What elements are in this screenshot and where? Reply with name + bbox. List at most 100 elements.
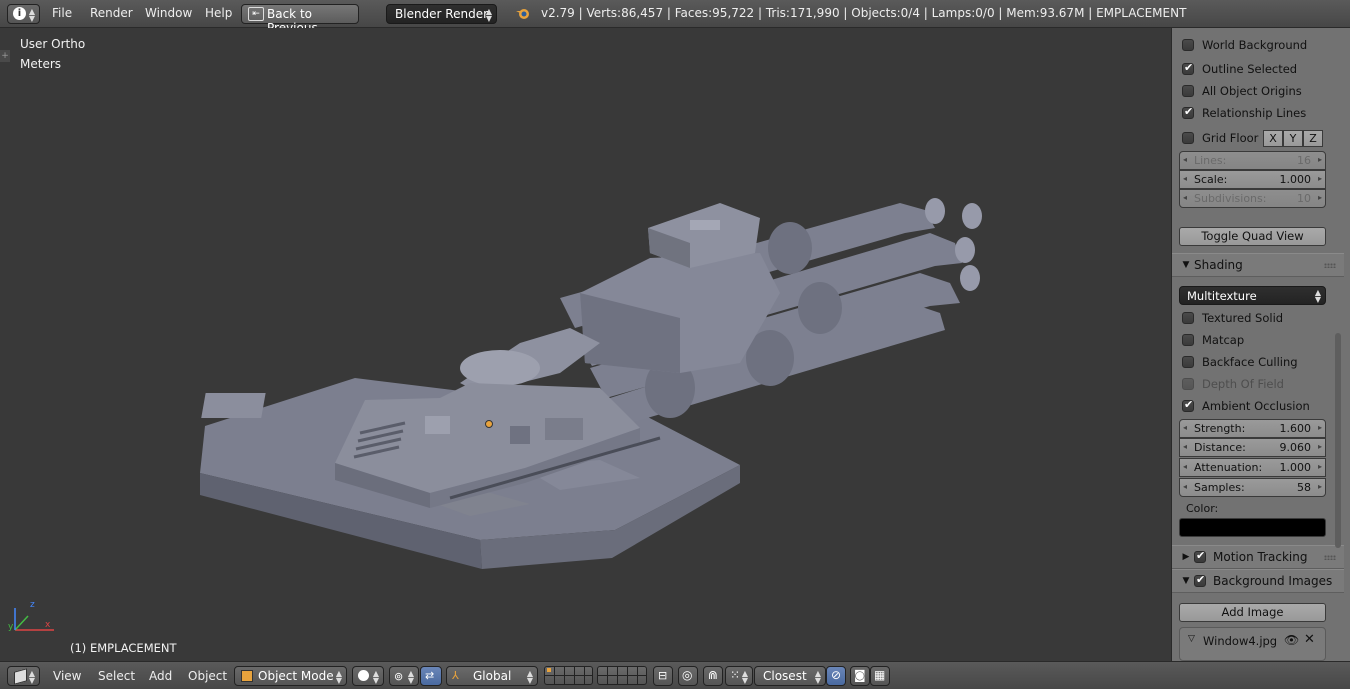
collapse-triangle-icon[interactable]: ▽ bbox=[1188, 634, 1195, 644]
menu-window[interactable]: Window bbox=[145, 6, 192, 20]
proportional-editing-icon: ◎ bbox=[682, 668, 693, 682]
ao-distance-field[interactable]: ◂ Distance: 9.060 ▸ bbox=[1179, 438, 1326, 457]
world-background-toggle[interactable]: World Background bbox=[1182, 36, 1307, 54]
backface-culling-toggle[interactable]: Backface Culling bbox=[1182, 353, 1298, 371]
background-image-entry[interactable]: ▽ Window4.jpg 👁 ✕ bbox=[1179, 627, 1326, 661]
ao-color-label: Color: bbox=[1186, 502, 1219, 515]
proportional-editing-button[interactable]: ◎ bbox=[678, 666, 698, 686]
drag-grip-icon[interactable] bbox=[1324, 263, 1336, 268]
collapse-triangle-icon: ▼ bbox=[1182, 260, 1190, 270]
textured-solid-toggle[interactable]: Textured Solid bbox=[1182, 309, 1283, 327]
matcap-label: Matcap bbox=[1202, 333, 1245, 347]
object-mode-icon bbox=[241, 670, 253, 682]
ambient-occlusion-toggle[interactable]: Ambient Occlusion bbox=[1182, 397, 1310, 415]
grid-floor-checkbox[interactable] bbox=[1182, 132, 1194, 144]
background-images-checkbox[interactable] bbox=[1194, 573, 1206, 587]
ao-attenuation-field[interactable]: ◂ Attenuation: 1.000 ▸ bbox=[1179, 458, 1326, 477]
align-rotation-toggle[interactable]: ⊘ bbox=[826, 666, 846, 686]
ambient-occlusion-checkbox[interactable] bbox=[1182, 398, 1194, 412]
3d-view-header: ▲ ▼ View Select Add Object Object Mode ▲ ▼… bbox=[0, 661, 1350, 689]
info-icon: i bbox=[13, 7, 26, 20]
motion-tracking-section-header[interactable]: ▶ Motion Tracking bbox=[1172, 545, 1344, 569]
grid-lines-field[interactable]: ◂ Lines: 16 ▸ bbox=[1179, 151, 1326, 170]
outline-selected-label: Outline Selected bbox=[1202, 62, 1298, 76]
snap-target-label: Closest bbox=[763, 669, 807, 683]
properties-sidebar: World Background Outline Selected All Ob… bbox=[1171, 28, 1350, 661]
backface-culling-checkbox[interactable] bbox=[1182, 356, 1194, 368]
transform-orientation-select[interactable]: ⅄ Global ▲ ▼ bbox=[446, 666, 538, 686]
magnet-icon: ⋒ bbox=[708, 668, 719, 682]
emplacement-model[interactable] bbox=[0, 28, 1170, 661]
viewport-shading-select[interactable]: ▲ ▼ bbox=[352, 666, 384, 686]
render-animation-button[interactable]: ▦ bbox=[870, 666, 890, 686]
pivot-icon: ⊚ bbox=[394, 670, 404, 683]
eye-icon[interactable]: 👁 bbox=[1284, 633, 1299, 647]
interaction-mode-select[interactable]: Object Mode ▲ ▼ bbox=[234, 666, 347, 686]
textured-solid-checkbox[interactable] bbox=[1182, 312, 1194, 324]
menu-view[interactable]: View bbox=[53, 669, 81, 683]
relationship-lines-toggle[interactable]: Relationship Lines bbox=[1182, 104, 1306, 122]
all-object-origins-toggle[interactable]: All Object Origins bbox=[1182, 82, 1302, 100]
drag-grip-icon[interactable] bbox=[1324, 555, 1336, 560]
snap-increment-icon: ⁙ bbox=[730, 668, 741, 682]
object-origin-dot bbox=[485, 420, 493, 428]
render-engine-select[interactable]: Blender Render ▲ ▼ bbox=[386, 4, 497, 24]
relationship-lines-checkbox[interactable] bbox=[1182, 105, 1194, 119]
orientation-label: Global bbox=[473, 669, 512, 683]
all-object-origins-checkbox[interactable] bbox=[1182, 85, 1194, 97]
layers-group-1[interactable] bbox=[544, 666, 593, 685]
grid-subdivisions-field[interactable]: ◂ Subdivisions: 10 ▸ bbox=[1179, 189, 1326, 208]
grid-axis-y-toggle[interactable]: Y bbox=[1283, 130, 1303, 147]
panel-scrollbar[interactable] bbox=[1335, 333, 1341, 548]
snap-toggle[interactable]: ⋒ bbox=[703, 666, 723, 686]
snap-element-select[interactable]: ⁙ ▲ ▼ bbox=[725, 666, 753, 686]
lock-layers-button[interactable]: ⊟ bbox=[653, 666, 673, 686]
toggle-quad-view-button[interactable]: Toggle Quad View bbox=[1179, 227, 1326, 246]
ao-samples-field[interactable]: ◂ Samples: 58 ▸ bbox=[1179, 478, 1326, 497]
outline-selected-checkbox[interactable] bbox=[1182, 61, 1194, 75]
updown-icon: ▲ ▼ bbox=[526, 669, 533, 685]
ao-color-swatch[interactable] bbox=[1179, 518, 1326, 537]
menu-help[interactable]: Help bbox=[205, 6, 232, 20]
expand-triangle-icon: ▶ bbox=[1182, 552, 1190, 562]
world-background-checkbox[interactable] bbox=[1182, 39, 1194, 51]
menu-render[interactable]: Render bbox=[90, 6, 133, 20]
render-image-button[interactable]: ◙ bbox=[850, 666, 870, 686]
grid-axis-z-toggle[interactable]: Z bbox=[1303, 130, 1323, 147]
matcap-checkbox[interactable] bbox=[1182, 334, 1194, 346]
clapperboard-icon: ▦ bbox=[874, 668, 886, 682]
grid-axis-x-toggle[interactable]: X bbox=[1263, 130, 1283, 147]
depth-of-field-label: Depth Of Field bbox=[1202, 377, 1284, 391]
shading-mode-label: Multitexture bbox=[1187, 289, 1257, 303]
3d-viewport[interactable]: User Ortho Meters + x y z (1) EMPLACEMEN… bbox=[0, 28, 1170, 661]
back-to-previous-button[interactable]: ⇤ Back to Previous bbox=[241, 4, 359, 35]
grid-scale-field[interactable]: ◂ Scale: 1.000 ▸ bbox=[1179, 170, 1326, 189]
menu-select[interactable]: Select bbox=[98, 669, 135, 683]
snap-target-select[interactable]: Closest ▲ ▼ bbox=[754, 666, 826, 686]
ao-strength-field[interactable]: ◂ Strength: 1.600 ▸ bbox=[1179, 419, 1326, 438]
editor-type-button[interactable]: ▲ ▼ bbox=[7, 666, 40, 686]
outline-selected-toggle[interactable]: Outline Selected bbox=[1182, 60, 1297, 78]
all-object-origins-label: All Object Origins bbox=[1202, 84, 1302, 98]
manipulator-toggle[interactable]: ⇄ bbox=[420, 666, 442, 686]
updown-icon: ▲ ▼ bbox=[1314, 288, 1321, 304]
matcap-toggle[interactable]: Matcap bbox=[1182, 331, 1244, 349]
active-object-label: (1) EMPLACEMENT bbox=[70, 641, 177, 655]
depth-of-field-toggle: Depth Of Field bbox=[1182, 375, 1284, 393]
menu-add[interactable]: Add bbox=[149, 669, 172, 683]
editor-type-button[interactable]: i ▲ ▼ bbox=[7, 4, 40, 24]
pivot-point-select[interactable]: ⊚ ▲ ▼ bbox=[389, 666, 419, 686]
grid-floor-toggle[interactable]: Grid Floor bbox=[1182, 129, 1258, 147]
camera-icon: ◙ bbox=[854, 668, 866, 682]
shading-section-header[interactable]: ▼ Shading bbox=[1172, 253, 1344, 277]
layers-group-2[interactable] bbox=[597, 666, 647, 685]
grid-floor-label: Grid Floor bbox=[1202, 131, 1259, 145]
motion-tracking-checkbox[interactable] bbox=[1194, 549, 1206, 563]
add-image-button[interactable]: Add Image bbox=[1179, 603, 1326, 622]
close-icon[interactable]: ✕ bbox=[1304, 632, 1315, 647]
shading-mode-select[interactable]: Multitexture ▲ ▼ bbox=[1179, 286, 1326, 305]
background-images-section-header[interactable]: ▼ Background Images bbox=[1172, 569, 1344, 593]
menu-file[interactable]: File bbox=[52, 6, 72, 20]
lock-icon: ⊟ bbox=[658, 669, 668, 682]
menu-object[interactable]: Object bbox=[188, 669, 227, 683]
